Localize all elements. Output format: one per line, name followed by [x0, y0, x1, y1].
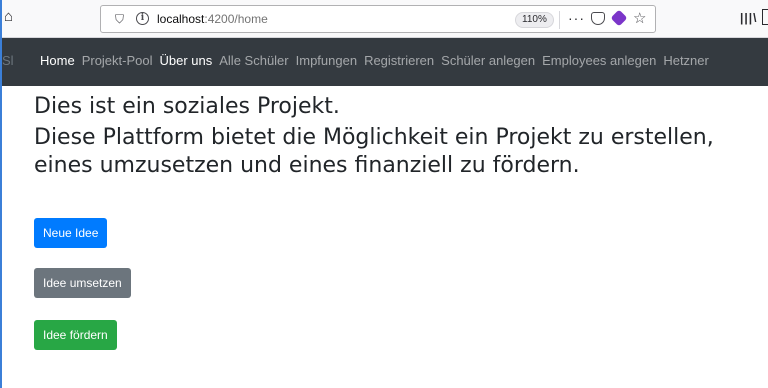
shield-icon[interactable]: ⛉ [115, 12, 124, 27]
new-idea-button[interactable]: Neue Idee [34, 218, 108, 248]
intro-heading: Dies ist ein soziales Projekt. [34, 94, 340, 119]
nav-link-projekt-pool[interactable]: Projekt-Pool [82, 52, 153, 70]
url-path: :4200/home [204, 12, 268, 26]
navbar: Sl Home Projekt-Pool Über uns Alle Schüler I… [2, 38, 768, 86]
nav-link-schüler-anlegen[interactable]: Schüler anlegen [441, 52, 535, 70]
zoom-indicator[interactable]: 110% [515, 12, 554, 28]
browser-toolbar: ⌂ ⛉ i localhost:4200/home 110% ··· ☆ |||… [2, 0, 768, 38]
nav-link-registrieren[interactable]: Registrieren [364, 52, 434, 70]
library-icon[interactable]: |||\ [740, 11, 757, 25]
fund-idea-button[interactable]: Idee fördern [34, 320, 117, 350]
navbar-brand[interactable]: Sl [2, 53, 14, 68]
pocket-icon[interactable] [591, 12, 605, 25]
home-icon[interactable]: ⌂ [4, 9, 20, 25]
info-icon[interactable]: i [136, 12, 149, 25]
url-host: localhost [157, 12, 205, 26]
implement-idea-button[interactable]: Idee umsetzen [34, 268, 131, 298]
nav-link-über-uns[interactable]: Über uns [160, 52, 213, 70]
nav-link-employees-anlegen[interactable]: Employees anlegen [542, 52, 656, 70]
intro-text-line2: eines umzusetzen und eines finanziell zu… [34, 153, 580, 178]
nav-link-home[interactable]: Home [40, 52, 75, 70]
nav-link-alle-schüler[interactable]: Alle Schüler [219, 52, 288, 70]
url-text[interactable]: localhost:4200/home [157, 12, 268, 26]
url-bar[interactable]: ⛉ i localhost:4200/home 110% ··· ☆ [100, 5, 656, 33]
intro-text: Diese Plattform bietet die Möglichkeit e… [34, 124, 768, 180]
intro-text-line1: Diese Plattform bietet die Möglichkeit e… [34, 125, 714, 150]
nav-link-hetzner[interactable]: Hetzner [663, 52, 709, 70]
sidebar-icon[interactable] [762, 9, 768, 25]
star-icon[interactable]: ☆ [633, 9, 646, 27]
nav-link-impfungen[interactable]: Impfungen [296, 52, 357, 70]
extension-icon[interactable] [610, 9, 628, 27]
more-icon[interactable]: ··· [568, 10, 585, 26]
browser-window: ⌂ ⛉ i localhost:4200/home 110% ··· ☆ |||… [0, 0, 768, 388]
nav-links: Home Projekt-Pool Über uns Alle Schüler Impf… [40, 52, 716, 70]
url-divider [559, 11, 560, 29]
main-content: Dies ist ein soziales Projekt. Diese Pla… [34, 92, 768, 180]
